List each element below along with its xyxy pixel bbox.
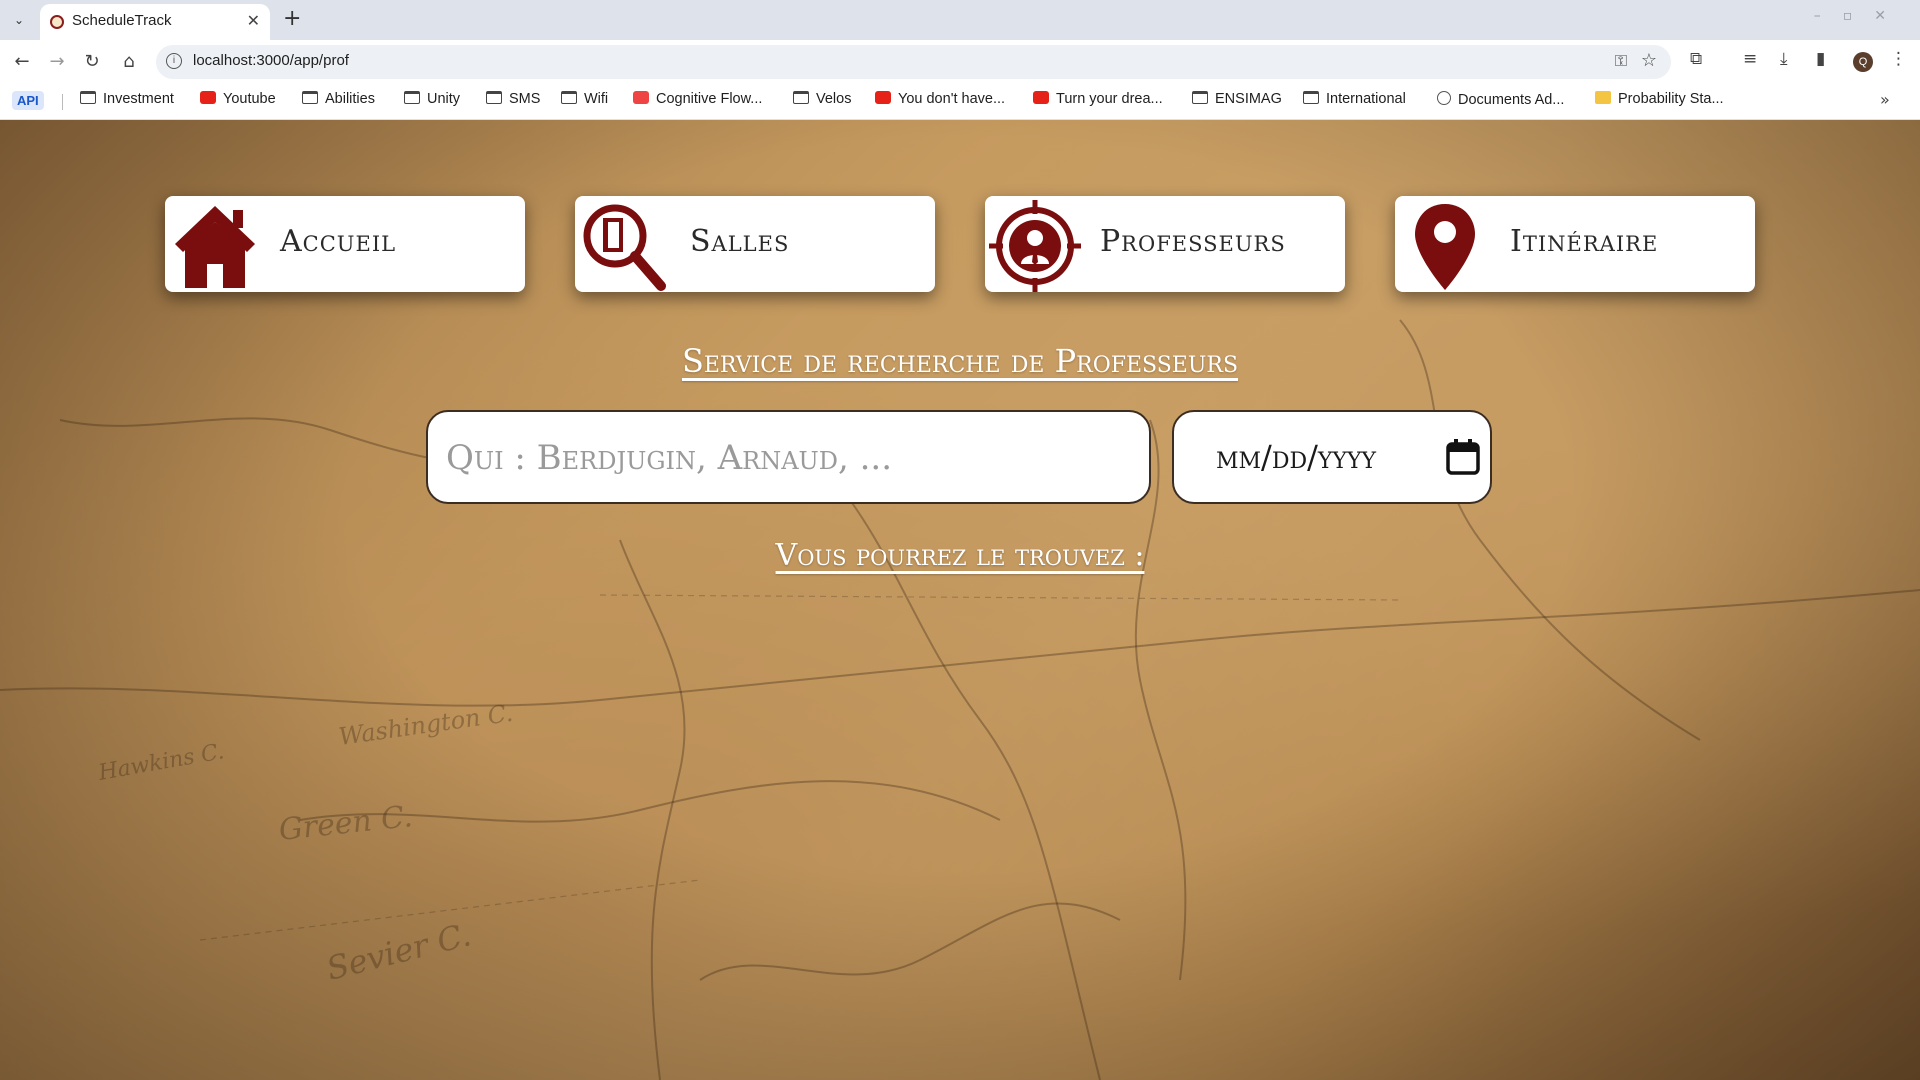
bookmark-sms[interactable]: SMS: [486, 91, 540, 107]
folder-icon: [486, 91, 502, 104]
forward-icon[interactable]: →: [45, 50, 69, 74]
address-bar[interactable]: i localhost:3000/app/prof ⚿ ☆: [156, 45, 1671, 79]
page-content: Washington C. Green C. Sevier C. Hawkins…: [0, 120, 1920, 1080]
map-pin-icon: [1415, 204, 1475, 290]
svg-text:Washington C.: Washington C.: [337, 699, 515, 751]
globe-icon: [1437, 91, 1451, 105]
bookmark-label: You don't have...: [898, 91, 1006, 107]
folder-icon: [561, 91, 577, 104]
folder-icon: [793, 91, 809, 104]
new-tab-button[interactable]: +: [283, 6, 301, 31]
date-input[interactable]: mm/dd/yyyy: [1216, 438, 1376, 476]
bookmark-international[interactable]: International: [1303, 91, 1406, 107]
bookmark-ensimag[interactable]: ENSIMAG: [1192, 91, 1282, 107]
address-url[interactable]: localhost:3000/app/prof: [193, 52, 349, 69]
bookmark-label: International: [1326, 91, 1406, 107]
site-info-icon[interactable]: i: [166, 53, 182, 69]
youtube-icon: [200, 91, 216, 104]
svg-text:Green C.: Green C.: [277, 799, 414, 848]
date-picker[interactable]: mm/dd/yyyy: [1172, 410, 1492, 504]
home-icon[interactable]: ⌂: [117, 50, 141, 74]
tab-title: ScheduleTrack: [72, 12, 172, 29]
youtube-icon: [1033, 91, 1049, 104]
bookmark-you-dont-have[interactable]: You don't have...: [875, 91, 1005, 107]
bookmark-label: Wifi: [584, 91, 609, 107]
bookmark-star-icon[interactable]: ☆: [1641, 50, 1657, 71]
nav-salles-label: Salles: [690, 224, 790, 259]
bookmark-label: Youtube: [223, 91, 276, 107]
nav-accueil-button[interactable]: Accueil: [165, 196, 525, 292]
nav-salles-button[interactable]: Salles: [575, 196, 935, 292]
home-icon: [175, 206, 255, 288]
result-label: Vous pourrez le trouvez :: [0, 538, 1920, 573]
nav-professeurs-label: Professeurs: [1100, 224, 1286, 259]
bookmark-label: Cognitive Flow...: [656, 91, 763, 107]
reload-icon[interactable]: ↻: [80, 50, 104, 74]
nav-itineraire-label: Itinéraire: [1510, 224, 1659, 259]
bookmark-investment[interactable]: Investment: [80, 91, 174, 107]
bookmark-api[interactable]: API: [12, 91, 44, 110]
tab-close-icon[interactable]: ✕: [247, 11, 260, 30]
calendar-icon[interactable]: [1446, 439, 1480, 475]
bookmark-label: SMS: [509, 91, 541, 107]
browser-tab-bar: ⌄ ScheduleTrack ✕ + –▫✕: [0, 0, 1920, 40]
bookmark-separator: [62, 94, 63, 110]
folder-icon: [80, 91, 96, 104]
professor-search-input[interactable]: [446, 430, 1126, 486]
tab-search-button[interactable]: ⌄: [8, 9, 30, 31]
page-title-text: Service de recherche de Professeurs: [681, 342, 1239, 380]
youtube-icon: [875, 91, 891, 104]
media-icon[interactable]: ≡: [1743, 49, 1757, 69]
bookmark-probability[interactable]: Probability Sta...: [1595, 91, 1724, 107]
menu-kebab-icon[interactable]: ⋮: [1890, 49, 1907, 69]
bookmark-cognitive-flow[interactable]: Cognitive Flow...: [633, 91, 762, 107]
bookmarks-bar: API Investment Youtube Abilities Unity S…: [0, 84, 1920, 120]
browser-toolbar: ← → ↻ ⌂ i localhost:3000/app/prof ⚿ ☆ ⧉ …: [0, 40, 1920, 84]
bookmark-unity[interactable]: Unity: [404, 91, 460, 107]
bookmark-label: Velos: [816, 91, 852, 107]
bookmark-label: Turn your drea...: [1056, 91, 1163, 107]
bookmark-label: Abilities: [325, 91, 375, 107]
professor-search-box[interactable]: [426, 410, 1151, 504]
nav-itineraire-button[interactable]: Itinéraire: [1395, 196, 1755, 292]
profile-avatar[interactable]: Q: [1853, 52, 1873, 72]
back-icon[interactable]: ←: [10, 50, 34, 74]
result-label-text: Vous pourrez le trouvez :: [775, 538, 1145, 573]
window-controls[interactable]: –▫✕: [1814, 8, 1908, 24]
bookmark-abilities[interactable]: Abilities: [302, 91, 375, 107]
download-icon[interactable]: ⤓: [1780, 49, 1788, 69]
bookmark-turn-your-dream[interactable]: Turn your drea...: [1033, 91, 1163, 107]
bookmarks-overflow-icon[interactable]: »: [1880, 90, 1890, 109]
bookmark-label: ENSIMAG: [1215, 91, 1282, 107]
side-panel-icon[interactable]: ▮: [1816, 49, 1825, 69]
svg-text:Sevier C.: Sevier C.: [323, 915, 475, 987]
folder-icon: [302, 91, 318, 104]
professor-target-icon: [989, 200, 1081, 292]
search-room-icon: [583, 204, 666, 291]
nav-professeurs-button[interactable]: Professeurs: [985, 196, 1345, 292]
bookmark-label: Investment: [103, 91, 174, 107]
bookmark-label: Unity: [427, 91, 461, 107]
tab-favicon-icon: [50, 15, 64, 29]
page-title: Service de recherche de Professeurs: [0, 342, 1920, 380]
nav-accueil-label: Accueil: [280, 224, 397, 259]
browser-tab[interactable]: ScheduleTrack ✕: [40, 4, 270, 40]
bookmark-velos[interactable]: Velos: [793, 91, 851, 107]
bookmark-wifi[interactable]: Wifi: [561, 91, 608, 107]
k-icon: [1595, 91, 1611, 104]
bookmark-documents[interactable]: Documents Ad...: [1437, 91, 1564, 108]
extensions-icon[interactable]: ⧉: [1690, 49, 1702, 69]
bookmark-youtube[interactable]: Youtube: [200, 91, 276, 107]
folder-icon: [404, 91, 420, 104]
password-key-icon[interactable]: ⚿: [1615, 51, 1627, 71]
svg-text:Hawkins C.: Hawkins C.: [96, 739, 226, 786]
bookmark-label: Probability Sta...: [1618, 91, 1724, 107]
folder-icon: [1192, 91, 1208, 104]
bookmark-label: Documents Ad...: [1458, 92, 1565, 108]
folder-icon: [1303, 91, 1319, 104]
cognitive-flow-icon: [633, 91, 649, 104]
